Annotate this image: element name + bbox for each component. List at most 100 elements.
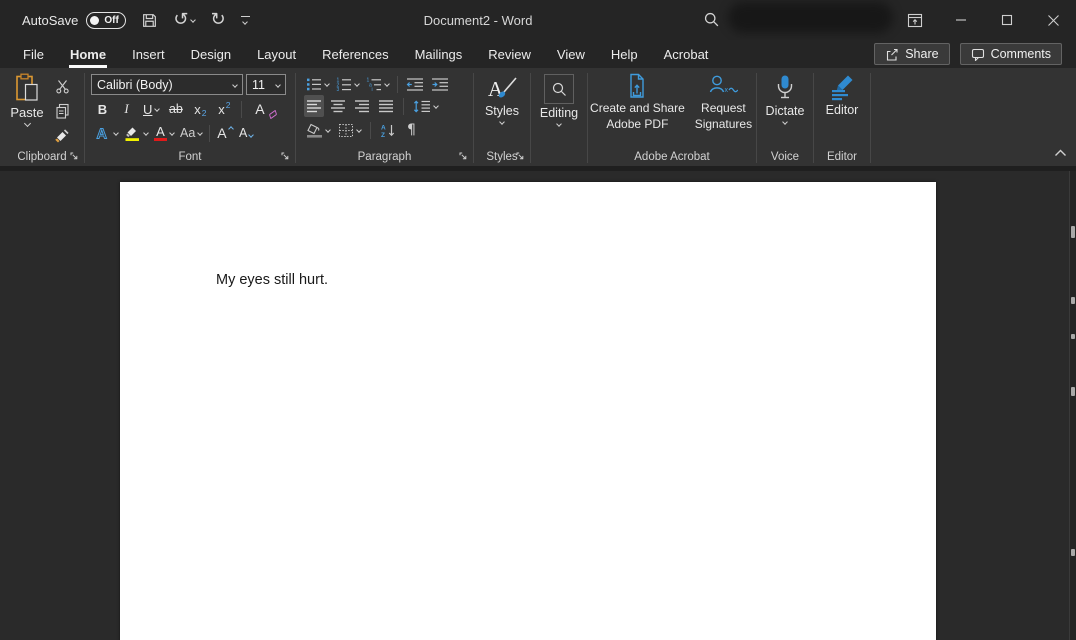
strikethrough-button[interactable]: ab — [166, 98, 185, 120]
document-page[interactable]: My eyes still hurt. — [120, 182, 936, 640]
search-button[interactable] — [703, 11, 720, 33]
minimize-button[interactable] — [938, 0, 984, 40]
align-right-button[interactable] — [352, 95, 372, 117]
collapse-ribbon-button[interactable] — [1054, 144, 1067, 162]
paragraph-dialog-launcher[interactable] — [458, 151, 469, 162]
microphone-icon — [777, 75, 793, 99]
align-center-button[interactable] — [328, 95, 348, 117]
sort-button[interactable]: A Z — [378, 119, 398, 141]
change-case-dropdown-icon[interactable] — [197, 130, 204, 136]
ribbon-display-options-button[interactable] — [892, 0, 938, 40]
undo-button[interactable]: ↺ — [173, 11, 197, 29]
close-button[interactable] — [1030, 0, 1076, 40]
font-group: Calibri (Body) 11 B I U ab x2 x2 A A A A… — [85, 68, 295, 166]
styles-dialog-launcher[interactable] — [515, 151, 526, 162]
highlight-dropdown-icon[interactable] — [143, 130, 149, 136]
comments-button[interactable]: Comments — [959, 43, 1062, 65]
clear-formatting-button[interactable]: A — [250, 98, 278, 120]
format-painter-button[interactable] — [52, 127, 72, 145]
line-spacing-dropdown-icon[interactable] — [433, 103, 439, 109]
dictate-button[interactable]: Dictate — [757, 68, 813, 148]
underline-button[interactable]: U — [141, 98, 161, 120]
adobe-acrobat-group-label: Adobe Acrobat — [634, 151, 710, 163]
paste-label: Paste — [10, 105, 44, 120]
numbering-button[interactable]: 1 2 3 — [334, 73, 361, 95]
undo-dropdown-icon[interactable] — [190, 17, 197, 23]
dictate-dropdown-icon[interactable] — [782, 119, 788, 125]
autosave-toggle[interactable]: AutoSave Off — [22, 11, 127, 29]
text-effects-dropdown-icon[interactable] — [113, 130, 119, 136]
italic-button[interactable]: I — [117, 98, 136, 120]
editing-dropdown-icon[interactable] — [556, 121, 562, 127]
editor-button[interactable]: Editor — [814, 68, 870, 148]
cut-button[interactable] — [52, 77, 72, 95]
document-body-text[interactable]: My eyes still hurt. — [216, 272, 328, 288]
save-button[interactable] — [141, 12, 158, 29]
show-hide-marks-button[interactable]: ¶ — [402, 119, 421, 141]
multilevel-dropdown-icon[interactable] — [384, 81, 390, 87]
tab-help[interactable]: Help — [598, 40, 651, 68]
autosave-switch[interactable]: Off — [86, 11, 127, 29]
tab-review[interactable]: Review — [475, 40, 544, 68]
customize-quick-access-button[interactable] — [240, 15, 250, 26]
numbering-dropdown-icon[interactable] — [354, 81, 360, 87]
editing-button[interactable]: Editing — [531, 68, 587, 148]
copy-button[interactable] — [52, 102, 72, 120]
bold-button[interactable]: B — [93, 98, 112, 120]
tab-layout[interactable]: Layout — [244, 40, 309, 68]
justify-button[interactable] — [376, 95, 396, 117]
align-left-button[interactable] — [304, 95, 324, 117]
shading-dropdown-icon[interactable] — [325, 127, 331, 133]
multilevel-list-button[interactable]: 1 a i — [364, 73, 391, 95]
font-size-combobox[interactable]: 11 — [246, 74, 286, 95]
change-case-button[interactable]: Aa — [178, 122, 204, 144]
tab-references[interactable]: References — [309, 40, 401, 68]
styles-button[interactable]: A Styles — [474, 68, 530, 148]
font-dialog-launcher[interactable] — [280, 151, 291, 162]
tab-mailings[interactable]: Mailings — [402, 40, 476, 68]
tab-acrobat[interactable]: Acrobat — [651, 40, 722, 68]
multilevel-list-icon: 1 a i — [367, 78, 381, 91]
decrease-indent-button[interactable] — [404, 73, 426, 95]
font-name-combobox[interactable]: Calibri (Body) — [91, 74, 243, 95]
line-spacing-button[interactable] — [411, 95, 440, 117]
tab-view[interactable]: View — [544, 40, 598, 68]
shading-button[interactable] — [304, 119, 332, 141]
font-color-button[interactable]: A — [152, 122, 176, 144]
redo-icon: ↻ — [210, 9, 226, 30]
maximize-button[interactable] — [984, 0, 1030, 40]
request-signatures-button[interactable]: x Request Signatures — [691, 73, 756, 148]
tab-home[interactable]: Home — [57, 40, 119, 68]
text-effects-icon: A — [96, 126, 108, 141]
subscript-digit: 2 — [201, 108, 207, 118]
share-button[interactable]: Share — [874, 43, 950, 65]
tab-insert[interactable]: Insert — [119, 40, 178, 68]
tab-file[interactable]: File — [10, 40, 57, 68]
font-color-dropdown-icon[interactable] — [169, 130, 175, 136]
chevron-down-icon — [232, 81, 238, 88]
tab-design[interactable]: Design — [178, 40, 244, 68]
document-area[interactable]: My eyes still hurt. — [0, 171, 1076, 640]
increase-indent-button[interactable] — [429, 73, 451, 95]
save-icon — [143, 13, 157, 27]
align-right-icon — [355, 100, 369, 113]
borders-button[interactable] — [336, 119, 363, 141]
borders-dropdown-icon[interactable] — [356, 127, 362, 133]
bullets-dropdown-icon[interactable] — [324, 81, 330, 87]
clipboard-dialog-launcher[interactable] — [69, 151, 80, 162]
shrink-font-button[interactable]: A — [237, 122, 256, 144]
superscript-button[interactable]: x2 — [214, 98, 233, 120]
paste-button[interactable]: Paste — [0, 73, 48, 148]
vertical-scrollbar[interactable] — [1069, 171, 1076, 640]
underline-dropdown-icon[interactable] — [154, 106, 161, 112]
redo-button[interactable]: ↻ — [210, 11, 225, 29]
create-share-pdf-button[interactable]: Create and Share Adobe PDF — [588, 73, 687, 148]
bullets-button[interactable] — [304, 73, 331, 95]
text-effects-button[interactable]: A — [93, 122, 120, 144]
subscript-button[interactable]: x2 — [190, 98, 209, 120]
mini-separator — [209, 124, 211, 142]
paste-dropdown-icon[interactable] — [23, 119, 31, 128]
grow-font-button[interactable]: A — [215, 122, 234, 144]
styles-dropdown-icon[interactable] — [499, 119, 505, 125]
text-highlight-button[interactable] — [122, 122, 150, 144]
